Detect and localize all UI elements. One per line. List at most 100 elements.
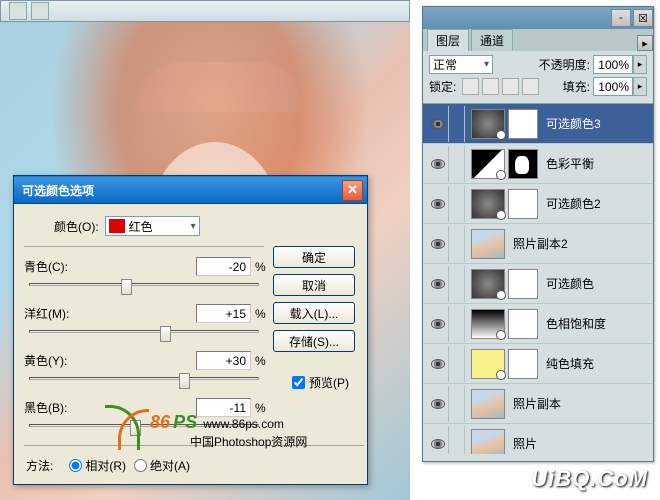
visibility-toggle[interactable] [427,106,449,142]
fill-label: 填充: [563,78,590,95]
method-label: 方法: [26,457,53,474]
save-button[interactable]: 存储(S)... [273,330,355,352]
layer-row[interactable]: 照片副本2 [423,224,653,264]
panel-menu-icon[interactable]: ▸ [637,35,653,51]
link-column[interactable] [449,106,465,142]
relative-radio[interactable] [69,459,82,472]
link-column[interactable] [449,226,465,262]
layer-row[interactable]: 可选颜色3 [423,104,653,144]
absolute-label: 绝对(A) [150,457,190,474]
layer-row[interactable]: 可选颜色 [423,264,653,304]
cancel-button[interactable]: 取消 [273,274,355,296]
lock-label: 锁定: [429,78,456,95]
cyan-value[interactable] [196,257,251,276]
eye-icon [431,279,445,289]
method-row: 方法: 相对(R) 绝对(A) [26,457,190,474]
toolbar-icon[interactable] [9,2,27,20]
magenta-slider[interactable] [29,327,259,345]
layer-thumbnail[interactable] [471,229,505,259]
visibility-toggle[interactable] [427,386,449,422]
toolbar-icon[interactable] [31,2,49,20]
lock-transparency-icon[interactable] [462,78,479,95]
layer-thumbnail[interactable] [471,269,505,299]
blend-mode-select[interactable]: 正常 ▾ [429,55,493,74]
layer-row[interactable]: 色相饱和度 [423,304,653,344]
visibility-toggle[interactable] [427,266,449,302]
panel-titlebar[interactable]: - ☒ [423,7,653,29]
layer-row[interactable]: 照片 [423,424,653,454]
layer-thumbnail[interactable] [471,149,505,179]
layer-thumbnail[interactable] [471,389,505,419]
logo-86ps [100,405,150,455]
eye-icon [431,399,445,409]
layer-mask[interactable] [508,269,538,299]
layer-row[interactable]: 照片副本 [423,384,653,424]
layer-thumbnail[interactable] [471,109,505,139]
watermark: 86 PS www.86ps.com 中国Photoshop资源网 [150,412,307,450]
color-dropdown[interactable]: 红色 ▾ [105,216,200,236]
link-column[interactable] [449,186,465,222]
visibility-toggle[interactable] [427,346,449,382]
lock-all-icon[interactable] [522,78,539,95]
visibility-toggle[interactable] [427,186,449,222]
layer-thumbnail[interactable] [471,429,505,455]
color-label: 颜色(O): [54,218,99,235]
layer-name: 可选颜色 [546,275,649,292]
absolute-radio[interactable] [134,459,147,472]
fill-input[interactable]: 100% [593,77,633,96]
black-label: 黑色(B): [24,399,79,416]
link-column[interactable] [449,146,465,182]
ok-button[interactable]: 确定 [273,246,355,268]
minimize-icon[interactable]: - [611,9,631,27]
lock-paint-icon[interactable] [482,78,499,95]
link-column[interactable] [449,426,465,455]
tab-channels[interactable]: 通道 [471,29,513,51]
layer-thumbnail[interactable] [471,189,505,219]
layer-row[interactable]: 色彩平衡 [423,144,653,184]
layer-name: 可选颜色3 [546,115,649,132]
chevron-down-icon: ▾ [484,59,489,70]
layer-mask[interactable] [508,149,538,179]
yellow-slider[interactable] [29,374,259,392]
layer-mask[interactable] [508,349,538,379]
visibility-toggle[interactable] [427,226,449,262]
eye-icon [431,239,445,249]
link-column[interactable] [449,386,465,422]
layer-thumbnail[interactable] [471,309,505,339]
yellow-label: 黄色(Y): [24,352,79,369]
panel-close-icon[interactable]: ☒ [633,9,653,27]
layer-row[interactable]: 可选颜色2 [423,184,653,224]
layer-mask[interactable] [508,189,538,219]
layer-name: 纯色填充 [546,355,649,372]
panel-tabs: 图层 通道 ▸ [423,29,653,51]
load-button[interactable]: 载入(L)... [273,302,355,324]
visibility-toggle[interactable] [427,306,449,342]
link-column[interactable] [449,306,465,342]
close-icon[interactable]: ✕ [342,180,363,201]
layer-mask[interactable] [508,109,538,139]
link-column[interactable] [449,266,465,302]
preview-checkbox[interactable] [292,376,305,389]
visibility-toggle[interactable] [427,146,449,182]
tab-layers[interactable]: 图层 [427,29,469,51]
lock-position-icon[interactable] [502,78,519,95]
percent-sign: % [255,354,269,368]
eye-icon [431,119,445,129]
layer-row[interactable]: 纯色填充 [423,344,653,384]
relative-label: 相对(R) [85,457,126,474]
opacity-input[interactable]: 100% [593,55,633,74]
visibility-toggle[interactable] [427,426,449,455]
layers-list[interactable]: 可选颜色3 色彩平衡 可选颜色2 照片副本2 可选颜色 色相饱和度 纯色填充 [423,104,653,454]
magenta-label: 洋红(M): [24,305,79,322]
yellow-value[interactable] [196,351,251,370]
layer-name: 照片 [513,435,649,452]
layer-thumbnail[interactable] [471,349,505,379]
dialog-titlebar[interactable]: 可选颜色选项 ✕ [14,176,367,204]
fill-arrow-icon[interactable]: ▸ [633,77,647,96]
cyan-slider[interactable] [29,280,259,298]
opacity-arrow-icon[interactable]: ▸ [633,55,647,74]
layer-mask[interactable] [508,309,538,339]
link-column[interactable] [449,346,465,382]
eye-icon [431,199,445,209]
magenta-value[interactable] [196,304,251,323]
